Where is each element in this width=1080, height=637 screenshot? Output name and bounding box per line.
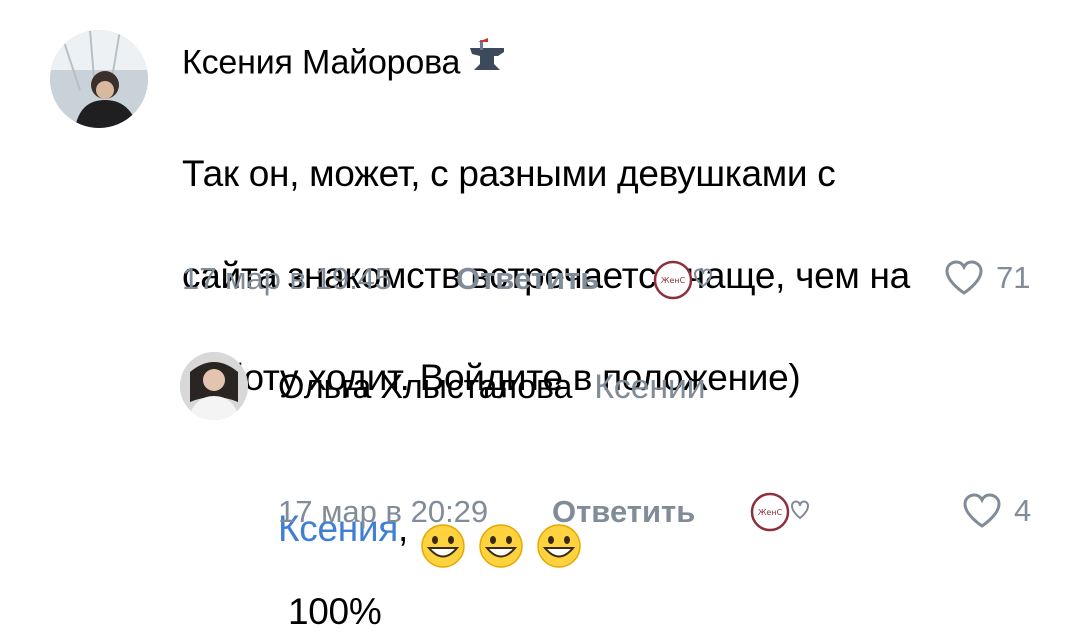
gift-label: ЖенС — [758, 508, 783, 517]
comment-author[interactable]: Ксения Майорова — [182, 38, 510, 89]
gift-sticker-icon[interactable]: ЖенС — [748, 490, 814, 539]
like-count: 71 — [996, 260, 1031, 295]
reply-comment: Ольга Хлысталова Ксении Ксения, 100% 17 м… — [0, 320, 1080, 632]
like-count: 4 — [1014, 493, 1032, 528]
comment-text-line: Так он, может, с разными девушками с — [182, 153, 836, 194]
author-name: Ольга Хлысталова — [278, 368, 573, 406]
anvil-badge-icon[interactable] — [464, 36, 510, 85]
heart-icon — [963, 493, 1001, 528]
avatar-photo — [50, 30, 148, 128]
reply-button[interactable]: Ответить — [552, 494, 695, 530]
comment-date[interactable]: 17 мар в 19:45 — [182, 261, 392, 297]
heart-icon — [945, 260, 983, 295]
like-button[interactable]: 4 — [962, 493, 1031, 529]
reply-button[interactable]: Ответить — [456, 261, 599, 297]
avatar-photo — [180, 352, 248, 420]
gift-label: ЖенС — [661, 276, 686, 285]
like-button[interactable]: 71 — [944, 260, 1030, 296]
gift-sticker-icon[interactable]: ЖенС — [651, 258, 717, 307]
comment-author[interactable]: Ольга Хлысталова Ксении — [278, 368, 706, 407]
author-name: Ксения Майорова — [182, 43, 461, 82]
comment-text-tail: 100% — [288, 591, 382, 632]
comment-date[interactable]: 17 мар в 20:29 — [278, 494, 488, 530]
reply-to-name[interactable]: Ксении — [594, 368, 705, 406]
comment-text: Ксения, 100% — [278, 425, 582, 637]
avatar[interactable] — [180, 352, 248, 420]
avatar[interactable] — [50, 30, 148, 128]
comment: Ксения Майорова Так он, может, с разными… — [0, 0, 1080, 398]
